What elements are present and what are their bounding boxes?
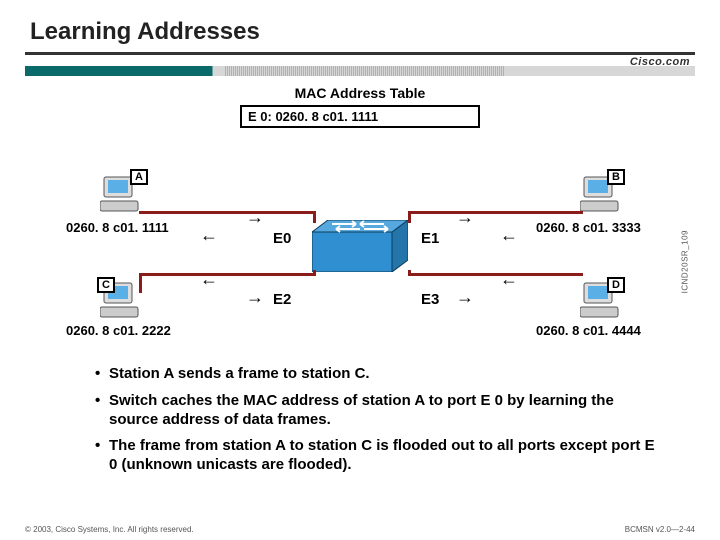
mac-table-title: MAC Address Table — [295, 85, 426, 101]
port-label-e0: E0 — [273, 230, 291, 247]
station-label-a: A — [130, 169, 148, 185]
page-title: Learning Addresses — [30, 18, 260, 46]
port-label-e3: E3 — [421, 291, 439, 308]
cisco-logo: Cisco.com — [630, 56, 690, 68]
bullet-item: Station A sends a frame to station C. — [95, 365, 665, 384]
arrow-right-icon: → — [456, 287, 474, 308]
arrow-left-icon: ← — [200, 269, 218, 290]
bullet-item: Switch caches the MAC address of station… — [95, 392, 665, 430]
port-label-e1: E1 — [421, 230, 439, 247]
divider-bar — [25, 66, 695, 76]
mac-table-entry: E 0: 0260. 8 c01. 1111 — [242, 107, 478, 126]
figure-reference: ICND20SR_109 — [680, 230, 689, 293]
arrow-right-icon: → — [246, 207, 264, 228]
mac-address-a: 0260. 8 c01. 1111 — [66, 220, 169, 235]
arrow-left-icon: ← — [500, 225, 518, 246]
mac-address-table: E 0: 0260. 8 c01. 1111 — [240, 105, 480, 128]
station-label-c: C — [97, 277, 115, 293]
station-label-d: D — [607, 277, 625, 293]
arrow-right-icon: → — [246, 287, 264, 308]
port-label-e2: E2 — [273, 291, 291, 308]
mac-address-d: 0260. 8 c01. 4444 — [536, 323, 641, 338]
mac-address-c: 0260. 8 c01. 2222 — [66, 323, 171, 338]
arrow-right-icon: → — [456, 207, 474, 228]
footer-copyright: © 2003, Cisco Systems, Inc. All rights r… — [25, 525, 194, 534]
switch-icon — [312, 220, 408, 272]
bullet-list: Station A sends a frame to station C. Sw… — [95, 365, 665, 483]
footer-slide-ref: BCMSN v2.0—2-44 — [625, 525, 695, 534]
mac-address-b: 0260. 8 c01. 3333 — [536, 220, 641, 235]
arrow-left-icon: ← — [200, 225, 218, 246]
bullet-item: The frame from station A to station C is… — [95, 437, 665, 475]
network-diagram: MAC Address Table E 0: 0260. 8 c01. 1111 — [0, 85, 720, 360]
arrow-left-icon: ← — [500, 269, 518, 290]
title-underline — [25, 52, 695, 55]
station-label-b: B — [607, 169, 625, 185]
